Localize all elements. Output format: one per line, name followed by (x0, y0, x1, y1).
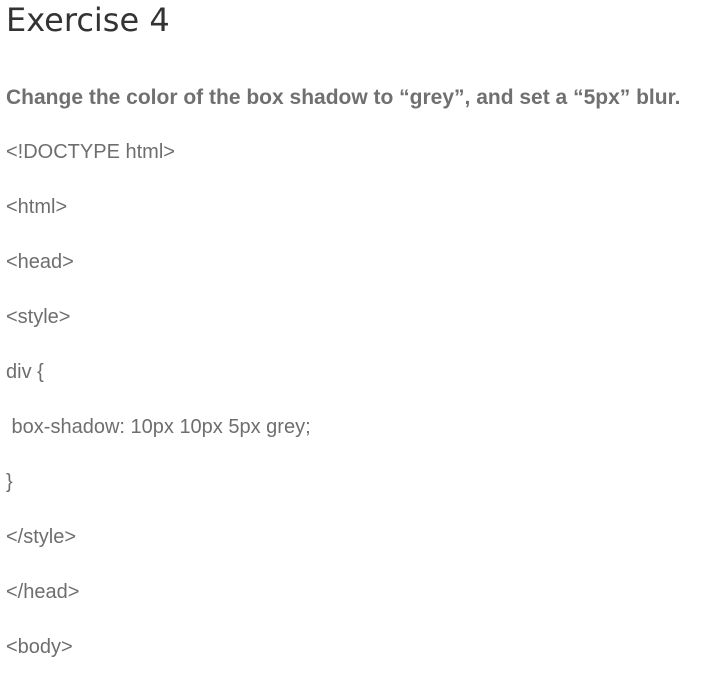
code-line: </style> (6, 526, 77, 548)
code-line: <head> (6, 251, 74, 273)
code-line: <!DOCTYPE html> (6, 141, 175, 163)
code-line: <style> (6, 306, 71, 328)
code-line: <html> (6, 196, 68, 218)
exercise-title: Exercise 4 (6, 1, 170, 39)
code-line: } (6, 471, 13, 493)
code-line: <body> (6, 636, 73, 658)
exercise-instruction: Change the color of the box shadow to “g… (6, 86, 681, 109)
code-line: div { (6, 361, 44, 383)
code-line: </head> (6, 581, 80, 603)
exercise-page: Exercise 4 Change the color of the box s… (0, 0, 702, 674)
code-line: box-shadow: 10px 10px 5px grey; (6, 416, 311, 438)
